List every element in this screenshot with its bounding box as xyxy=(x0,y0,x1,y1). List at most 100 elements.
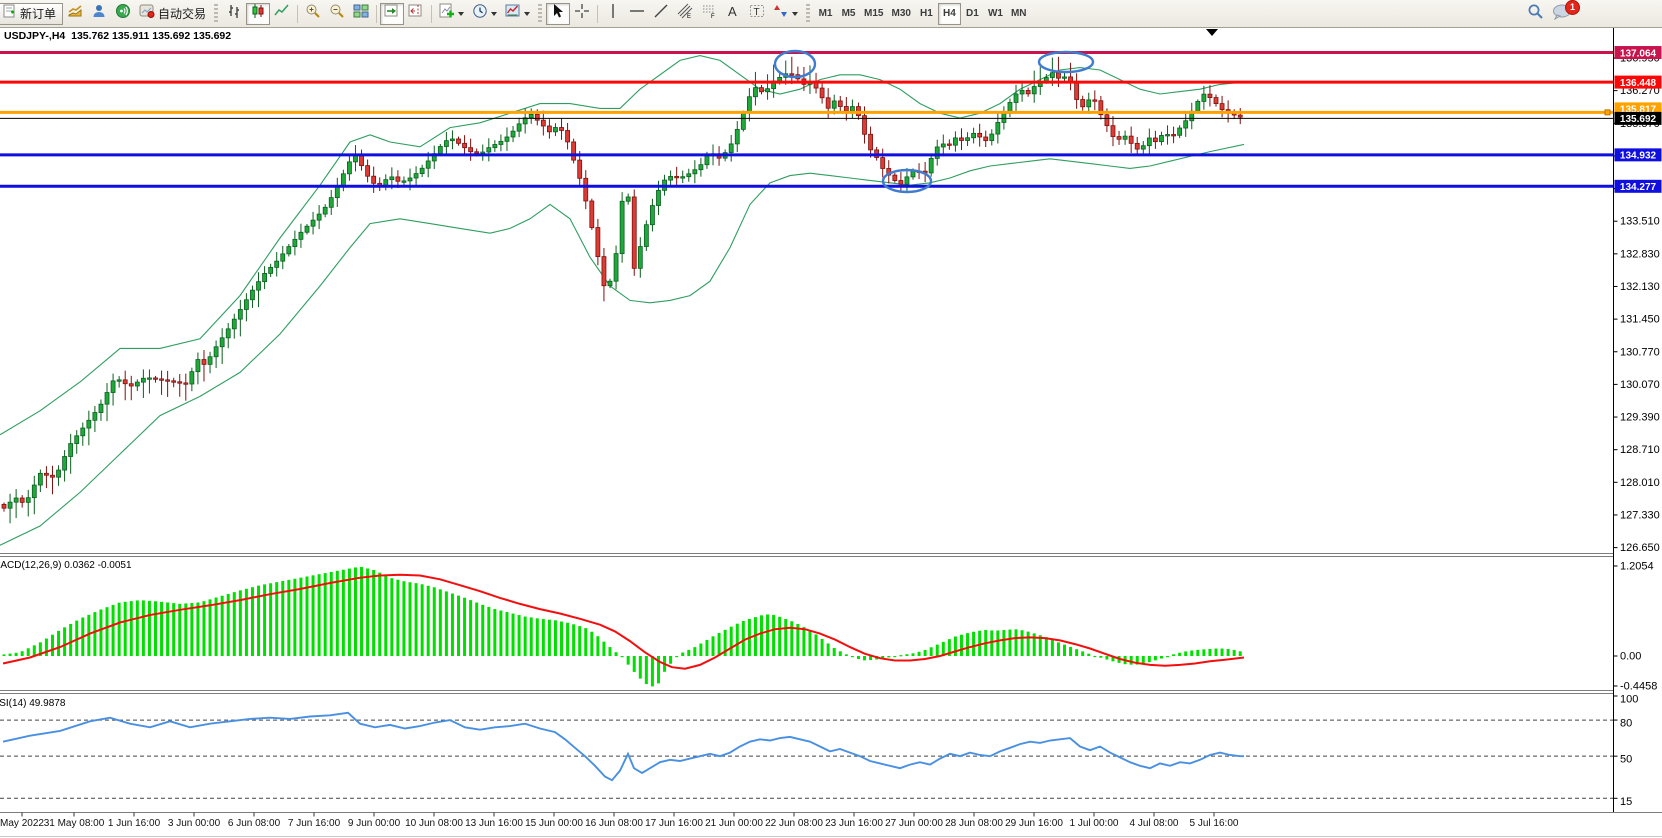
toolbar: 新订单 自动交易 xyxy=(0,0,1662,28)
zoom-in-button[interactable] xyxy=(301,3,325,25)
time-axis-label: 31 May 08:00 xyxy=(44,818,105,829)
price-badge-134.932: 134.932 xyxy=(1615,148,1662,161)
time-axis-label: 6 Jun 08:00 xyxy=(228,818,280,829)
timeframe-button-D1[interactable]: D1 xyxy=(961,3,984,25)
timeframe-button-H4[interactable]: H4 xyxy=(938,3,961,25)
chart-plot-area[interactable]: 136.950136.270135.570134.890134.190133.5… xyxy=(0,0,1662,838)
time-axis-label: 15 Jun 00:00 xyxy=(525,818,583,829)
crosshair-button[interactable] xyxy=(570,3,594,25)
toolbar-separator xyxy=(297,5,298,23)
templates-button[interactable] xyxy=(501,3,534,25)
templates-icon xyxy=(505,3,521,24)
line-chart-icon xyxy=(274,3,290,24)
chevron-down-icon xyxy=(792,12,798,19)
gold-chart-icon xyxy=(67,3,83,24)
price-tick-label: 133.510 xyxy=(1620,216,1660,228)
price-tick-label: 131.450 xyxy=(1620,314,1660,326)
macd-tick-label: 1.2054 xyxy=(1620,561,1654,573)
person-icon xyxy=(91,3,107,24)
price-badge-134.277: 134.277 xyxy=(1615,180,1662,193)
charts-button[interactable] xyxy=(63,3,87,25)
timeframe-label: D1 xyxy=(966,8,979,19)
horizontal-line-button[interactable] xyxy=(625,3,649,25)
timeframe-button-M1[interactable]: M1 xyxy=(814,3,837,25)
timeframe-label: H4 xyxy=(943,8,956,19)
arrows-button[interactable] xyxy=(769,3,802,25)
time-axis-label: 22 Jun 08:00 xyxy=(765,818,823,829)
time-axis-label: 17 Jun 16:00 xyxy=(645,818,703,829)
search-icon xyxy=(1527,3,1544,25)
rsi-indicator-label: RSI(14) 49.9878 xyxy=(0,698,65,709)
svg-text:134.277: 134.277 xyxy=(1620,182,1657,193)
indicators-button[interactable] xyxy=(435,3,468,25)
crosshair-icon xyxy=(574,3,590,24)
cursor-button[interactable] xyxy=(546,3,570,25)
svg-text:136.448: 136.448 xyxy=(1620,78,1657,89)
time-axis-label: 10 Jun 08:00 xyxy=(405,818,463,829)
toolbar-grip xyxy=(538,4,542,24)
tile-windows-button[interactable] xyxy=(349,3,373,25)
svg-text:137.064: 137.064 xyxy=(1620,48,1657,59)
timeframe-group: M1M5 M15 M30H1 H4 D1 W1MN xyxy=(814,3,1030,25)
text-button[interactable]: A xyxy=(721,3,745,25)
price-axis[interactable]: 136.950136.270135.570134.890134.190133.5… xyxy=(1614,27,1662,812)
tile-windows-icon xyxy=(353,3,369,24)
timeframe-button-W1[interactable]: W1 xyxy=(984,3,1007,25)
price-tick-label: 132.130 xyxy=(1620,281,1660,293)
time-axis[interactable]: May 202231 May 08:001 Jun 16:00 3 Jun 00:… xyxy=(0,815,1662,838)
price-tick-label: 127.330 xyxy=(1620,509,1660,521)
auto-scroll-button[interactable] xyxy=(380,3,404,25)
time-axis-label: 29 Jun 16:00 xyxy=(1005,818,1063,829)
signals-button[interactable] xyxy=(111,3,135,25)
bar-chart-button[interactable] xyxy=(222,3,246,25)
new-order-button[interactable]: 新订单 xyxy=(0,3,63,25)
rsi-tick-label: 80 xyxy=(1620,718,1632,730)
chart-background xyxy=(0,27,1662,838)
timeframe-button-MN[interactable]: MN xyxy=(1007,3,1031,25)
price-tick-label: 130.070 xyxy=(1620,379,1660,391)
community-button[interactable] xyxy=(87,3,111,25)
price-tick-label: 130.770 xyxy=(1620,346,1660,358)
time-axis-label: May 2022 xyxy=(0,818,44,829)
periods-button[interactable] xyxy=(468,3,501,25)
price-badge-135.692: 135.692 xyxy=(1615,112,1662,125)
timeframe-button-M30[interactable]: M30 xyxy=(887,3,914,25)
zoom-out-icon xyxy=(329,3,345,24)
orange-line-endpoint-marker[interactable] xyxy=(1605,110,1610,115)
timeframe-button-M15[interactable]: M15 xyxy=(860,3,887,25)
svg-text:T: T xyxy=(754,7,760,18)
time-axis-label: 1 Jun 16:00 xyxy=(108,818,160,829)
time-axis-label: 1 Jul 00:00 xyxy=(1070,818,1119,829)
time-axis-label: 3 Jun 00:00 xyxy=(168,818,220,829)
macd-tick-label: -0.4458 xyxy=(1620,681,1657,693)
macd-indicator-label: MACD(12,26,9) 0.0362 -0.0051 xyxy=(0,560,132,571)
autotrading-button[interactable]: 自动交易 xyxy=(135,3,210,25)
text-label-icon: T xyxy=(749,3,765,24)
price-tick-label: 126.650 xyxy=(1620,542,1660,554)
time-axis-label: 9 Jun 00:00 xyxy=(348,818,400,829)
fibonacci-button[interactable]: F xyxy=(697,3,721,25)
notifications-button[interactable]: 1 xyxy=(1548,3,1576,25)
time-axis-label: 13 Jun 16:00 xyxy=(465,818,523,829)
clock-icon xyxy=(472,3,488,24)
chart-shift-button[interactable] xyxy=(404,3,428,25)
search-button[interactable] xyxy=(1523,3,1548,25)
new-order-label: 新订单 xyxy=(20,5,56,22)
line-chart-button[interactable] xyxy=(270,3,294,25)
toolbar-grip xyxy=(806,4,810,24)
fibonacci-icon: F xyxy=(701,3,717,24)
time-axis-label: 28 Jun 08:00 xyxy=(945,818,1003,829)
timeframe-button-M5[interactable]: M5 xyxy=(837,3,860,25)
zoom-out-button[interactable] xyxy=(325,3,349,25)
text-label-button[interactable]: T xyxy=(745,3,769,25)
timeframe-button-H1[interactable]: H1 xyxy=(915,3,938,25)
equidistant-channel-button[interactable]: E xyxy=(673,3,697,25)
candlestick-chart-button[interactable] xyxy=(246,3,270,25)
price-badge-137.064: 137.064 xyxy=(1615,46,1662,59)
time-axis-label: 23 Jun 16:00 xyxy=(825,818,883,829)
vertical-line-button[interactable] xyxy=(601,3,625,25)
svg-text:A: A xyxy=(728,4,737,19)
timeframe-label: M15 xyxy=(864,8,883,19)
vertical-line-icon xyxy=(605,3,621,24)
trendline-button[interactable] xyxy=(649,3,673,25)
